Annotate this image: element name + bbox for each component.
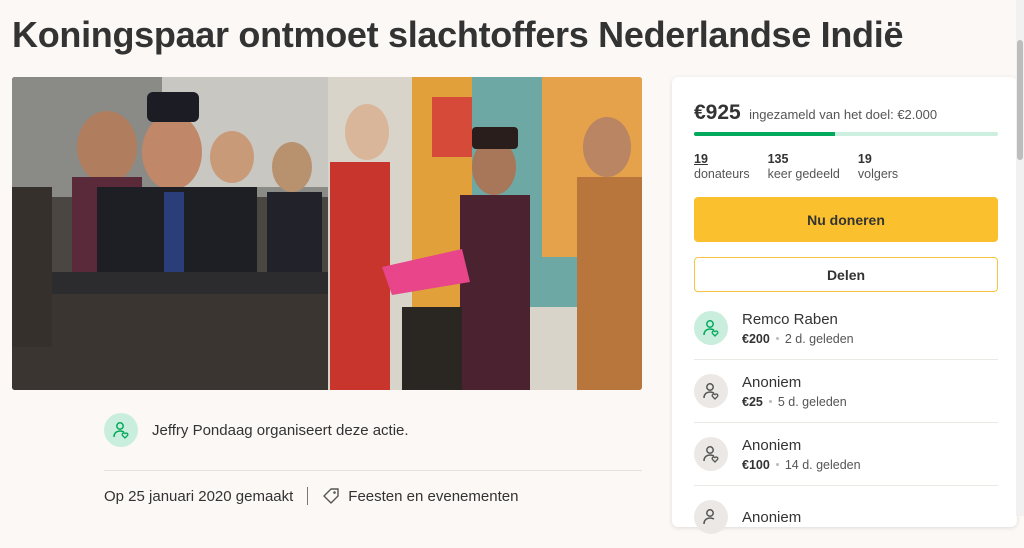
- donor-name: Remco Raben: [742, 310, 838, 328]
- meta-separator: [307, 487, 309, 505]
- share-button[interactable]: Delen: [694, 257, 998, 292]
- donor-heart-icon: [694, 500, 728, 534]
- organizer-text: Jeffry Pondaag organiseert deze actie.: [152, 421, 409, 439]
- donor-name: Anoniem: [742, 373, 802, 391]
- page-title: Koningspaar ontmoet slachtoffers Nederla…: [12, 14, 904, 55]
- donation-item: Remco Raben €200 2 d. geleden: [694, 297, 998, 360]
- category-label[interactable]: Feesten en evenementen: [348, 488, 518, 505]
- section-divider: [104, 470, 642, 471]
- campaign-photo[interactable]: [12, 77, 642, 390]
- raised-amount: €925: [694, 101, 741, 124]
- donation-item: Anoniem: [694, 486, 998, 548]
- stats-row: 19 donateurs 135 keer gedeeld 19 volgers: [694, 152, 898, 182]
- goal-text: ingezameld van het doel: €2.000: [749, 107, 938, 122]
- donor-name: Anoniem: [742, 508, 802, 526]
- stat-label: keer gedeeld: [767, 167, 840, 181]
- tag-icon: [323, 488, 339, 504]
- donor-heart-icon: [694, 311, 728, 345]
- donation-amount: €25: [742, 394, 763, 409]
- scrollbar-thumb[interactable]: [1017, 40, 1023, 160]
- stat-shares: 135 keer gedeeld: [768, 152, 840, 182]
- stat-label: donateurs: [694, 167, 750, 181]
- stat-followers: 19 volgers: [858, 152, 898, 182]
- stat-value: 135: [767, 152, 789, 166]
- donation-time: 5 d. geleden: [777, 394, 847, 409]
- dot-separator: [768, 400, 772, 403]
- campaign-meta: Op 25 januari 2020 gemaakt Feesten en ev…: [104, 487, 518, 505]
- donation-sidebar: €925 ingezameld van het doel: €2.000 19 …: [672, 77, 1017, 534]
- raised-summary: €925 ingezameld van het doel: €2.000: [694, 101, 937, 125]
- donation-amount: €100: [742, 457, 770, 472]
- stat-value[interactable]: 19: [694, 152, 750, 167]
- donation-time: 14 d. geleden: [784, 457, 861, 472]
- user-heart-icon: [104, 413, 138, 447]
- dot-separator: [775, 337, 779, 340]
- stat-label: volgers: [857, 167, 899, 181]
- progress-bar: [694, 132, 998, 136]
- stat-donors[interactable]: 19 donateurs: [694, 152, 750, 182]
- organizer-row: Jeffry Pondaag organiseert deze actie.: [104, 413, 409, 447]
- donation-amount: €200: [742, 331, 770, 346]
- dot-separator: [775, 463, 779, 466]
- donor-heart-icon: [694, 437, 728, 471]
- created-date: Op 25 januari 2020 gemaakt: [104, 487, 294, 505]
- donate-button[interactable]: Nu doneren: [694, 197, 998, 242]
- category-link[interactable]: Feesten en evenementen: [322, 487, 518, 505]
- progress-fill: [694, 132, 835, 136]
- stat-value: 19: [857, 152, 872, 166]
- donation-item: Anoniem €25 5 d. geleden: [694, 360, 998, 423]
- donation-time: 2 d. geleden: [784, 331, 854, 346]
- donation-item: Anoniem €100 14 d. geleden: [694, 423, 998, 486]
- page-scrollbar[interactable]: [1016, 0, 1024, 516]
- donor-heart-icon: [694, 374, 728, 408]
- donor-name: Anoniem: [742, 436, 802, 454]
